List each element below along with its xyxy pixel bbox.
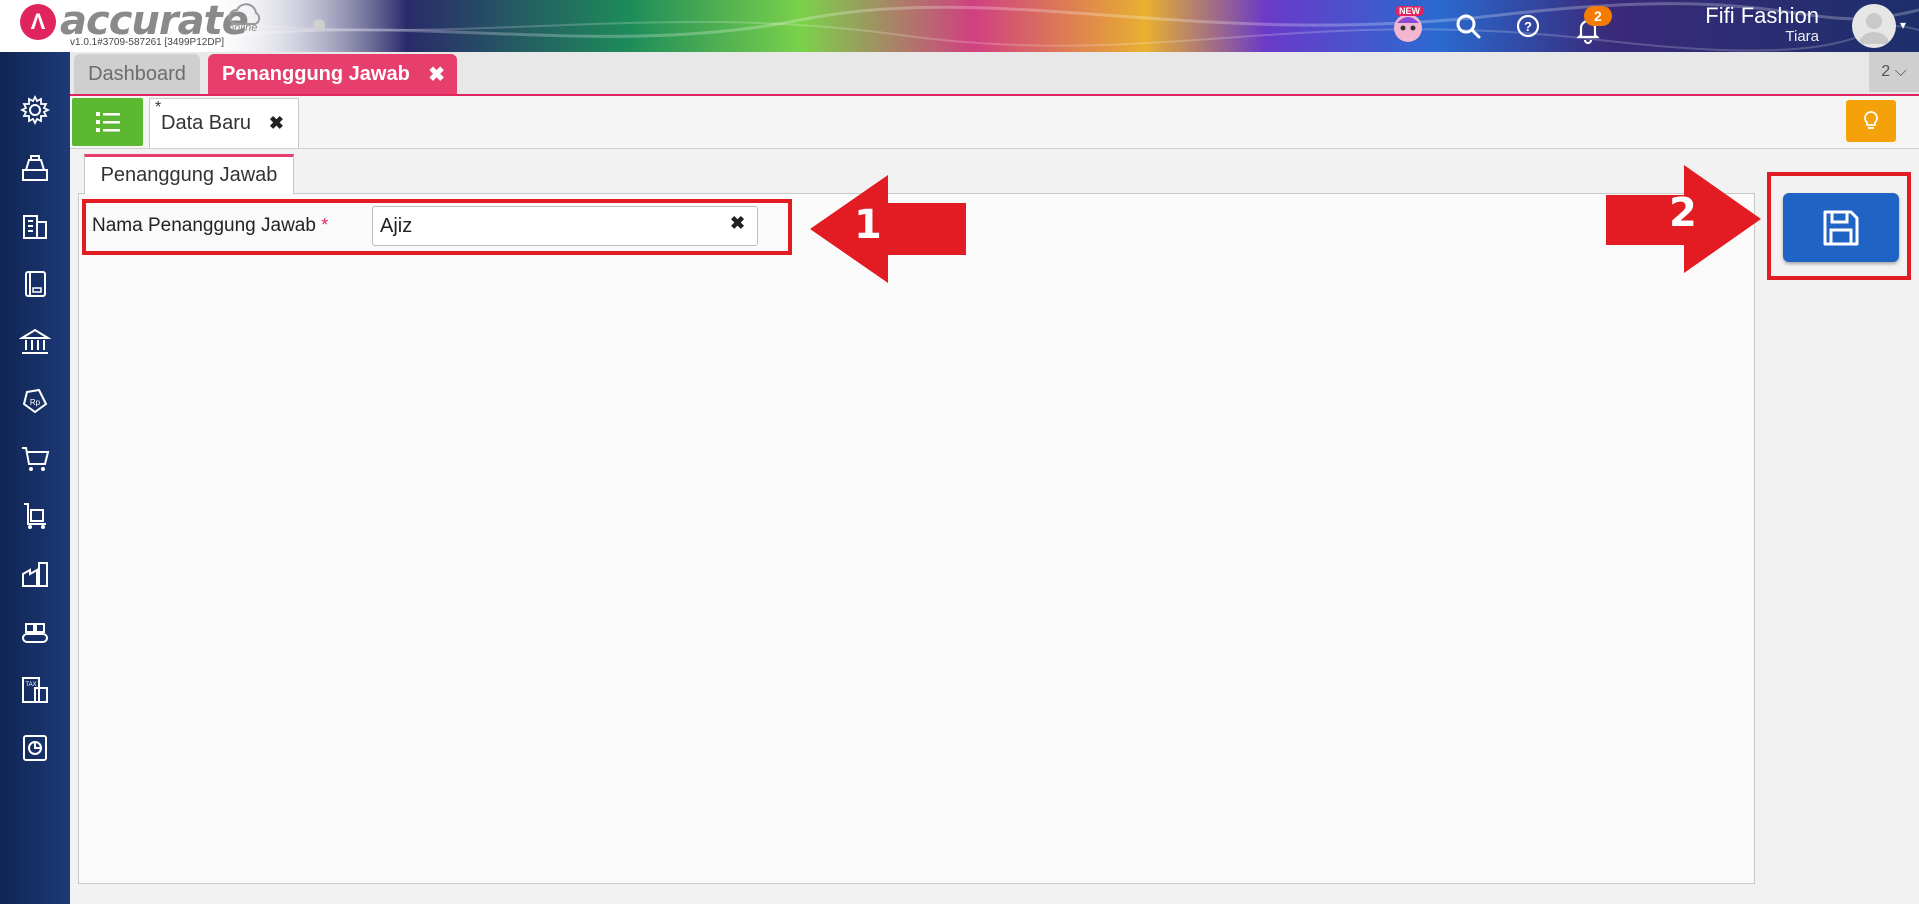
company-name: Fifi Fashion [1705, 3, 1819, 28]
sidebar-item-bank[interactable] [17, 324, 53, 360]
tab-penanggung-jawab[interactable]: Penanggung Jawab ✖ [208, 54, 457, 94]
form-section-tab[interactable]: Penanggung Jawab [84, 154, 294, 194]
whats-new-button[interactable]: NEW [1390, 6, 1426, 44]
gear-icon [19, 94, 51, 126]
sidebar-item-inventory[interactable] [17, 556, 53, 592]
book-icon [25, 271, 46, 297]
annotation-arrow-left [810, 175, 966, 283]
module-tab-bar: Dashboard Penanggung Jawab ✖ 2 ⌵ [70, 52, 1919, 96]
accurate-logo[interactable]: Λ accurate [20, 0, 249, 44]
tab-data-baru[interactable]: * Data Baru ✖ [149, 98, 299, 148]
tab-label: Penanggung Jawab [222, 62, 410, 85]
list-icon [95, 112, 120, 132]
sub-toolbar: * Data Baru ✖ [70, 96, 1919, 149]
tab-dashboard[interactable]: Dashboard [74, 54, 200, 94]
notification-count-badge: 2 [1584, 6, 1612, 26]
annotation-step-1: 1 [854, 202, 882, 248]
close-icon[interactable]: ✖ [428, 62, 445, 87]
tab-label: Data Baru [161, 112, 252, 134]
svg-text:?: ? [1524, 19, 1532, 34]
sidebar-item-purchase[interactable] [17, 498, 53, 534]
sidebar-item-tax[interactable]: TAX [17, 672, 53, 708]
sidebar-item-price[interactable]: Rp [17, 382, 53, 418]
sidebar-item-company[interactable] [17, 208, 53, 244]
tips-button[interactable] [1846, 100, 1896, 142]
list-view-button[interactable] [72, 98, 143, 146]
tab-label: Dashboard [88, 62, 186, 85]
version-label: v1.0.1#3709-587261 [3499P12DP] [70, 37, 225, 48]
cart-icon [22, 447, 50, 471]
close-icon[interactable]: ✖ [269, 113, 284, 134]
new-badge: NEW [1396, 6, 1423, 16]
search-button[interactable] [1450, 8, 1486, 44]
annotation-highlight-save [1767, 172, 1911, 280]
factory-icon [22, 562, 48, 587]
user-name: Tiara [1785, 28, 1819, 45]
tab-overflow-menu[interactable]: 2 ⌵ [1869, 52, 1919, 92]
unsaved-marker: * [155, 99, 162, 116]
help-icon: ? [1516, 14, 1540, 38]
sidebar-item-settings[interactable] [17, 92, 53, 128]
price-tag-icon: Rp [22, 388, 48, 414]
logo-online-label: online [228, 22, 258, 34]
lightbulb-icon [1864, 111, 1878, 129]
section-tab-label: Penanggung Jawab [100, 164, 278, 186]
header-wave-decoration [200, 0, 1919, 52]
search-icon [1456, 14, 1481, 39]
form-panel [78, 193, 1755, 884]
building-icon [23, 215, 47, 239]
conveyor-icon [22, 623, 48, 643]
sidebar-item-manufacturing[interactable] [17, 614, 53, 650]
help-button[interactable]: ? [1510, 8, 1546, 44]
avatar[interactable] [1852, 4, 1896, 48]
annotation-step-2: 2 [1669, 190, 1697, 236]
svg-text:Rp: Rp [30, 398, 41, 407]
top-header: Λ accurate online v1.0.1#3709-587261 [34… [0, 0, 1919, 52]
chevron-down-icon[interactable]: ▾ [1900, 18, 1906, 32]
sidebar-item-ledger[interactable] [17, 266, 53, 302]
logo-wordmark: accurate [60, 0, 249, 44]
connection-status-dot [313, 19, 325, 31]
header-actions: NEW ? 2 [1390, 4, 1612, 48]
cash-register-icon [22, 155, 48, 181]
accurate-logo-mark: Λ [20, 4, 56, 40]
sidebar-item-cash[interactable] [17, 150, 53, 186]
handcart-icon [24, 503, 46, 529]
user-info[interactable]: Fifi Fashion Tiara [1705, 4, 1819, 46]
notifications-button[interactable]: 2 [1570, 6, 1612, 45]
sidebar-item-reports[interactable] [17, 730, 53, 766]
user-placeholder-icon [1859, 13, 1889, 44]
sidebar-item-sales[interactable] [17, 440, 53, 476]
bank-icon [19, 328, 51, 354]
annotation-highlight-field [82, 199, 792, 255]
report-chart-icon [23, 735, 47, 761]
tax-icon: TAX [22, 677, 48, 703]
main-sidebar: Rp TAX [0, 52, 70, 904]
